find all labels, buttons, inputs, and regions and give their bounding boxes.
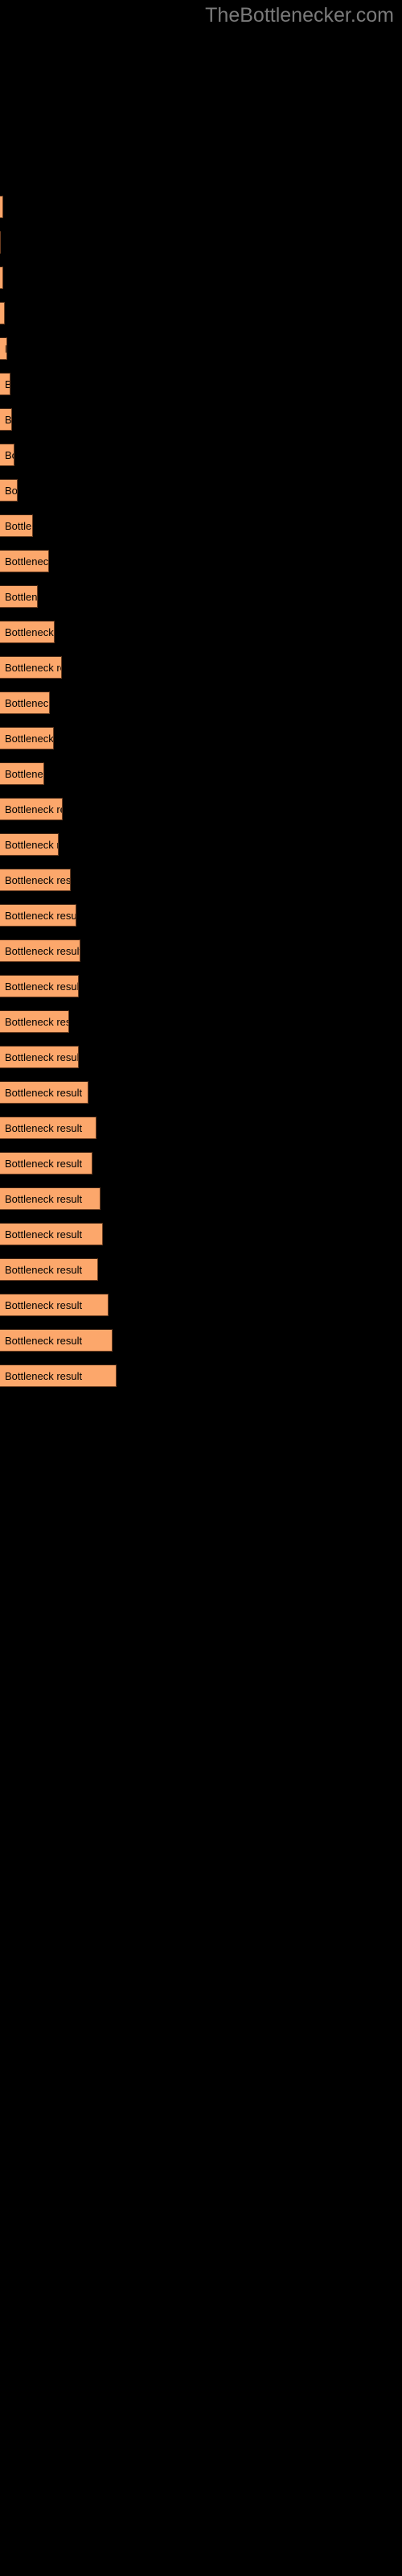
chart-bar[interactable]: Bottleneck result xyxy=(0,798,63,820)
chart-bar[interactable]: Bottleneck result xyxy=(0,691,50,714)
chart-bar[interactable]: Bottleneck result xyxy=(0,833,59,856)
chart-bar[interactable]: Bottleneck result xyxy=(0,1187,100,1210)
chart-bar-label: Bottleneck result xyxy=(5,1158,83,1170)
chart-bar[interactable]: Bottleneck result xyxy=(0,479,18,502)
chart-bar[interactable]: Bottleneck result xyxy=(0,1010,69,1033)
chart-bar[interactable]: Bottleneck result xyxy=(0,1329,113,1352)
chart-bar[interactable]: Bottleneck result xyxy=(0,231,1,254)
chart-bar[interactable]: Bottleneck result xyxy=(0,514,33,537)
chart-bar[interactable]: Bottleneck result xyxy=(0,1258,98,1281)
chart-plot-area: Bottleneck result Bottleneck result Bottle… xyxy=(0,0,402,2576)
chart-bar-label: Bottleneck result xyxy=(5,1335,83,1347)
chart-bar-label: Bottleneck result xyxy=(5,555,49,568)
chart-bar[interactable]: Bottleneck result xyxy=(0,337,7,360)
chart-bar[interactable]: Bottleneck result xyxy=(0,1081,88,1104)
chart-bar-label: Bottleneck result xyxy=(5,1264,83,1276)
chart-bar[interactable]: Bottleneck result xyxy=(0,302,5,324)
chart-bar-label: Bottleneck result xyxy=(5,591,38,603)
chart-bar[interactable]: Bottleneck result xyxy=(0,408,12,431)
chart-bar-label: Bottleneck result xyxy=(5,910,76,922)
chart-bar[interactable]: Bottleneck result xyxy=(0,1117,96,1139)
chart-bar-label: Bottleneck result xyxy=(5,803,62,815)
chart-bar-label: Bottleneck result xyxy=(5,1370,83,1382)
chart-bar-label: Bottleneck result xyxy=(5,485,18,497)
chart-bar-label: Bottleneck result xyxy=(5,697,50,709)
chart-bar-label: Bottleneck result xyxy=(5,733,54,745)
chart-bar-label: Bottleneck result xyxy=(5,874,71,886)
chart-bar-label: Bottleneck result xyxy=(5,945,80,957)
bottleneck-bar-chart: Bottleneck result Bottleneck result Bottle… xyxy=(0,0,402,2576)
chart-bar-label: Bottleneck result xyxy=(5,1122,83,1134)
chart-bar[interactable]: Bottleneck result xyxy=(0,762,44,785)
chart-bar-label: Bottleneck result xyxy=(5,980,79,993)
chart-bar-label: Bottleneck result xyxy=(5,338,6,359)
chart-bar-label: Bottleneck result xyxy=(5,1087,83,1099)
chart-bar[interactable]: Bottleneck result xyxy=(0,1294,109,1316)
chart-bar[interactable]: Bottleneck result xyxy=(0,904,76,927)
chart-bar-label: Bottleneck result xyxy=(5,520,32,532)
chart-bar[interactable]: Bottleneck result xyxy=(0,975,79,997)
chart-bar[interactable]: Bottleneck result xyxy=(0,196,3,218)
chart-bar[interactable]: Bottleneck result xyxy=(0,550,49,572)
chart-bar-label: Bottleneck result xyxy=(5,414,12,426)
chart-bar-label: Bottleneck result xyxy=(5,1051,79,1063)
chart-bar-label: Bottleneck result xyxy=(5,449,14,461)
chart-bar[interactable]: Bottleneck result xyxy=(0,727,54,749)
chart-bar[interactable]: Bottleneck result xyxy=(0,266,3,289)
chart-bar-label: Bottleneck result xyxy=(5,1299,83,1311)
chart-bar[interactable]: Bottleneck result xyxy=(0,1223,103,1245)
chart-bar[interactable]: Bottleneck result xyxy=(0,1046,79,1068)
chart-bar-label: Bottleneck result xyxy=(5,374,10,394)
chart-bar[interactable]: Bottleneck result xyxy=(0,656,62,679)
chart-bar[interactable]: Bottleneck result xyxy=(0,1152,92,1174)
chart-bar-label: Bottleneck result xyxy=(5,1193,83,1205)
chart-bar-label: Bottleneck result xyxy=(5,1228,83,1241)
chart-bar[interactable]: Bottleneck result xyxy=(0,869,71,891)
chart-bar-label: Bottleneck result xyxy=(5,839,58,851)
chart-bar-label: Bottleneck result xyxy=(5,1016,68,1028)
chart-bar[interactable]: Bottleneck result xyxy=(0,1364,117,1387)
chart-bar[interactable]: Bottleneck result xyxy=(0,444,14,466)
chart-bar[interactable]: Bottleneck result xyxy=(0,621,55,643)
chart-bar[interactable]: Bottleneck result xyxy=(0,585,38,608)
chart-bar-label: Bottleneck result xyxy=(5,626,54,638)
chart-bar-label: Bottleneck result xyxy=(5,768,43,780)
chart-bar[interactable]: Bottleneck result xyxy=(0,373,10,395)
chart-bar[interactable]: Bottleneck result xyxy=(0,939,80,962)
chart-bar-label: Bottleneck result xyxy=(5,662,61,674)
